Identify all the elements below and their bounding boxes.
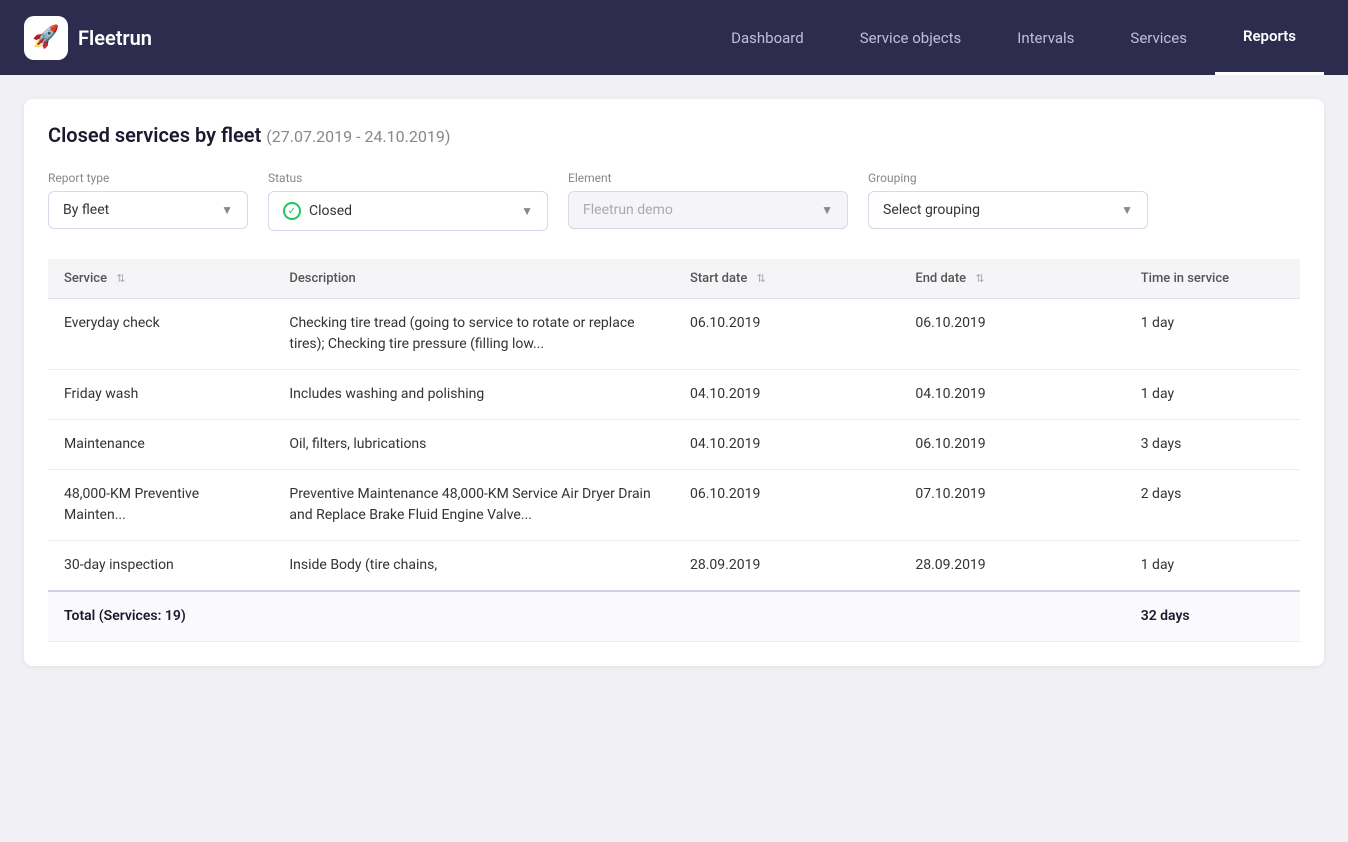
app-name: Fleetrun: [78, 26, 152, 50]
cell-time: 2 days: [1125, 470, 1300, 541]
element-select[interactable]: Fleetrun demo ▼: [568, 191, 848, 229]
cell-enddate: 06.10.2019: [899, 420, 1124, 470]
status-dot-icon: ✓: [283, 202, 301, 220]
total-label: Total (Services: 19): [48, 591, 1125, 642]
cell-description: Includes washing and polishing: [273, 370, 674, 420]
col-header-time: Time in service: [1125, 259, 1300, 299]
report-type-select[interactable]: By fleet ▼: [48, 191, 248, 229]
table-row: Maintenance Oil, filters, lubrications 0…: [48, 420, 1300, 470]
status-label: Status: [268, 171, 548, 185]
cell-service: Friday wash: [48, 370, 273, 420]
table-row: 30-day inspection Inside Body (tire chai…: [48, 541, 1300, 592]
page-title-date: (27.07.2019 - 24.10.2019): [266, 127, 450, 146]
element-label: Element: [568, 171, 848, 185]
main-nav: Dashboard Service objects Intervals Serv…: [703, 0, 1324, 75]
logo-icon: 🚀: [24, 16, 68, 60]
table-row: Everyday check Checking tire tread (goin…: [48, 299, 1300, 370]
col-header-startdate: Start date ⇅: [674, 259, 899, 299]
cell-startdate: 06.10.2019: [674, 470, 899, 541]
table-row: Friday wash Includes washing and polishi…: [48, 370, 1300, 420]
cell-service: 48,000-KM Preventive Mainten...: [48, 470, 273, 541]
grouping-value: Select grouping: [883, 202, 980, 218]
cell-enddate: 04.10.2019: [899, 370, 1124, 420]
report-type-chevron-icon: ▼: [221, 203, 233, 217]
status-filter: Status ✓ Closed ▼: [268, 171, 548, 231]
total-time: 32 days: [1125, 591, 1300, 642]
cell-service: Maintenance: [48, 420, 273, 470]
nav-service-objects[interactable]: Service objects: [832, 0, 990, 75]
status-value: Closed: [309, 203, 352, 219]
cell-startdate: 04.10.2019: [674, 420, 899, 470]
nav-reports[interactable]: Reports: [1215, 0, 1324, 75]
header: 🚀 Fleetrun Dashboard Service objects Int…: [0, 0, 1348, 75]
grouping-filter: Grouping Select grouping ▼: [868, 171, 1148, 231]
cell-enddate: 07.10.2019: [899, 470, 1124, 541]
enddate-sort-icon[interactable]: ⇅: [975, 272, 984, 285]
cell-enddate: 06.10.2019: [899, 299, 1124, 370]
cell-time: 1 day: [1125, 541, 1300, 592]
cell-description: Checking tire tread (going to service to…: [273, 299, 674, 370]
col-header-service: Service ⇅: [48, 259, 273, 299]
report-type-value: By fleet: [63, 202, 109, 218]
element-filter: Element Fleetrun demo ▼: [568, 171, 848, 231]
logo: 🚀 Fleetrun: [24, 16, 152, 60]
cell-service: 30-day inspection: [48, 541, 273, 592]
table-total-row: Total (Services: 19) 32 days: [48, 591, 1300, 642]
cell-startdate: 06.10.2019: [674, 299, 899, 370]
cell-time: 1 day: [1125, 299, 1300, 370]
report-type-filter: Report type By fleet ▼: [48, 171, 248, 231]
cell-description: Oil, filters, lubrications: [273, 420, 674, 470]
report-card: Closed services by fleet (27.07.2019 - 2…: [24, 99, 1324, 666]
element-value: Fleetrun demo: [583, 202, 673, 218]
startdate-sort-icon[interactable]: ⇅: [757, 272, 766, 285]
col-header-enddate: End date ⇅: [899, 259, 1124, 299]
service-sort-icon[interactable]: ⇅: [116, 272, 125, 285]
status-chevron-icon: ▼: [521, 204, 533, 218]
services-table: Service ⇅ Description Start date ⇅ End d…: [48, 259, 1300, 642]
filters-row: Report type By fleet ▼ Status ✓ Closed ▼…: [48, 171, 1300, 231]
nav-services[interactable]: Services: [1102, 0, 1215, 75]
cell-enddate: 28.09.2019: [899, 541, 1124, 592]
table-header-row: Service ⇅ Description Start date ⇅ End d…: [48, 259, 1300, 299]
page-title: Closed services by fleet (27.07.2019 - 2…: [48, 123, 1300, 147]
grouping-label: Grouping: [868, 171, 1148, 185]
cell-time: 3 days: [1125, 420, 1300, 470]
nav-dashboard[interactable]: Dashboard: [703, 0, 832, 75]
cell-startdate: 04.10.2019: [674, 370, 899, 420]
cell-startdate: 28.09.2019: [674, 541, 899, 592]
col-header-description: Description: [273, 259, 674, 299]
grouping-chevron-icon: ▼: [1121, 203, 1133, 217]
cell-time: 1 day: [1125, 370, 1300, 420]
nav-intervals[interactable]: Intervals: [989, 0, 1102, 75]
logo-emoji: 🚀: [32, 25, 59, 50]
main-content: Closed services by fleet (27.07.2019 - 2…: [0, 75, 1348, 690]
cell-service: Everyday check: [48, 299, 273, 370]
page-title-text: Closed services by fleet: [48, 123, 261, 147]
cell-description: Preventive Maintenance 48,000-KM Service…: [273, 470, 674, 541]
cell-description: Inside Body (tire chains,: [273, 541, 674, 592]
table-row: 48,000-KM Preventive Mainten... Preventi…: [48, 470, 1300, 541]
grouping-select[interactable]: Select grouping ▼: [868, 191, 1148, 229]
report-type-label: Report type: [48, 171, 248, 185]
status-select[interactable]: ✓ Closed ▼: [268, 191, 548, 231]
element-chevron-icon: ▼: [821, 203, 833, 217]
